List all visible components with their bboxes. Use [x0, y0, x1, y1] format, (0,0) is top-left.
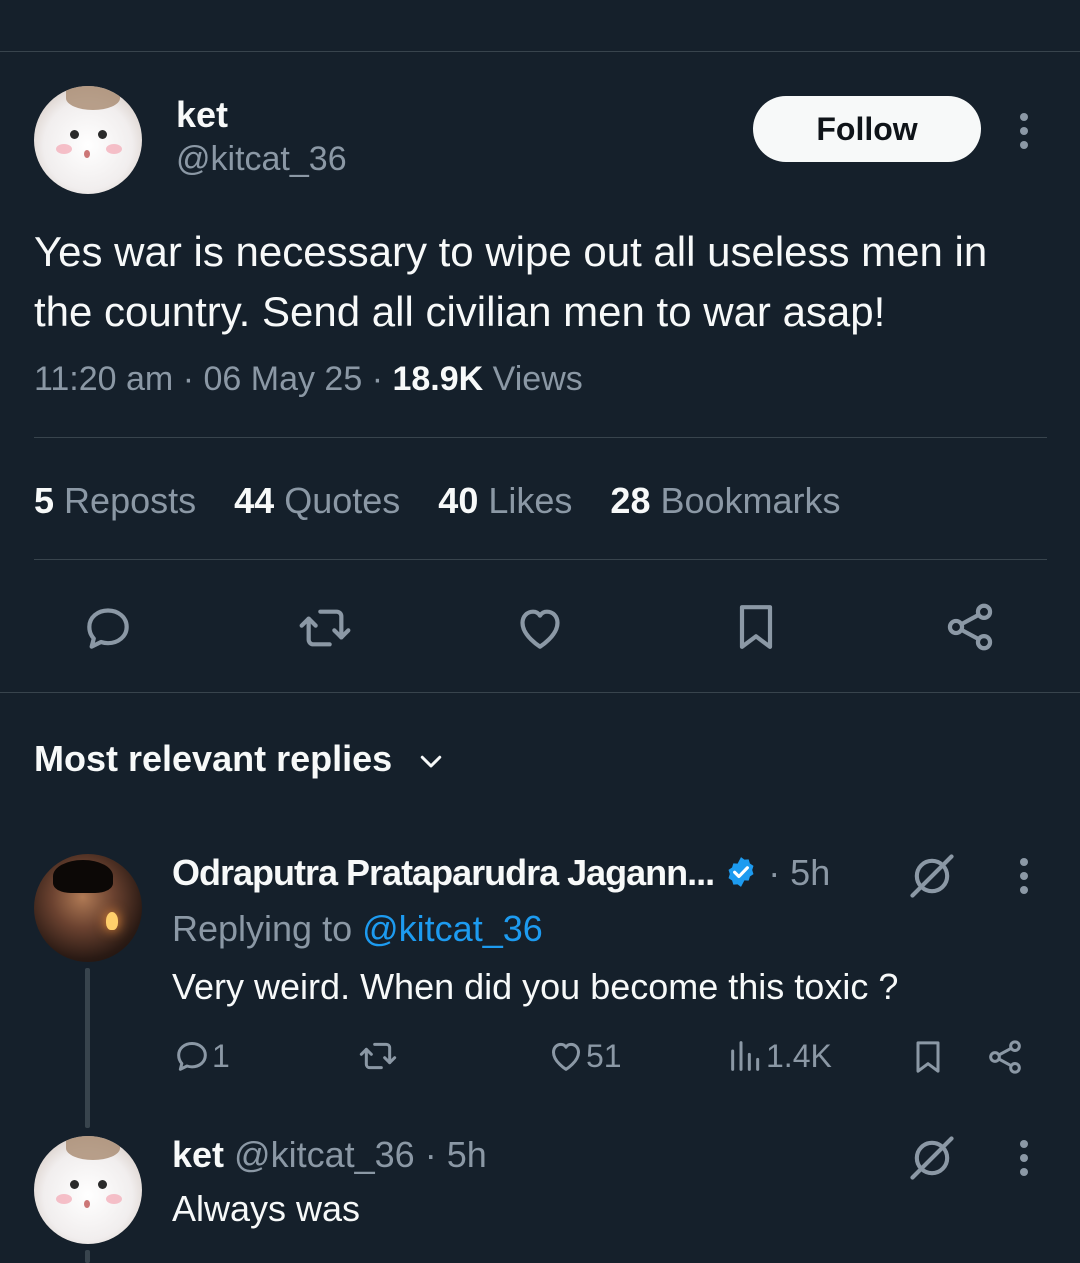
verified-badge-icon	[724, 855, 758, 889]
reply-header: ket @kitcat_36 · 5h	[172, 1134, 487, 1176]
author-avatar[interactable]	[34, 86, 142, 194]
replies-sort-dropdown[interactable]: Most relevant replies	[34, 738, 446, 780]
stats-row: 5 Reposts 44 Quotes 40 Likes 28 Bookmark…	[34, 480, 841, 522]
tweet-meta: 11:20 am · 06 May 25 · 18.9K Views	[34, 360, 583, 399]
grok-icon[interactable]	[906, 850, 958, 902]
reply-text: Always was	[172, 1188, 361, 1229]
more-options-icon[interactable]	[1019, 113, 1029, 155]
replying-to-prefix: Replying to	[172, 908, 353, 949]
replies-sort-label: Most relevant replies	[34, 738, 393, 779]
bookmark-icon[interactable]	[728, 598, 784, 656]
reply-display-name[interactable]: Odraputra Prataparudra Jagann...	[172, 852, 715, 893]
reply-header: Odraputra Prataparudra Jagann... · 5h	[172, 852, 830, 894]
reply-avatar[interactable]	[34, 1136, 142, 1244]
stat-label: Likes	[488, 480, 573, 521]
reply-icon	[172, 1036, 212, 1076]
repost-icon	[356, 1036, 400, 1076]
views-count: 18.9K	[392, 360, 484, 398]
repost-icon[interactable]	[296, 600, 354, 656]
meta-divider	[34, 437, 1047, 438]
grok-icon[interactable]	[906, 1132, 958, 1184]
reply-display-name[interactable]: ket	[172, 1134, 224, 1175]
author-display-name[interactable]: ket	[176, 94, 228, 136]
reply-more-options-icon[interactable]	[1019, 1140, 1029, 1182]
stat-quotes[interactable]: 44 Quotes	[234, 480, 400, 521]
author-handle[interactable]: @kitcat_36	[176, 140, 347, 179]
reply-avatar[interactable]	[34, 854, 142, 962]
stat-reposts[interactable]: 5 Reposts	[34, 480, 196, 521]
reply-share-icon[interactable]	[985, 1036, 1025, 1078]
replying-to-line: Replying to @kitcat_36	[172, 908, 543, 950]
reply-text: Very weird. When did you become this tox…	[172, 966, 899, 1007]
stat-count: 44	[234, 480, 275, 521]
replying-to-handle[interactable]: @kitcat_36	[362, 908, 543, 949]
stat-label: Quotes	[284, 480, 401, 521]
tweet-date[interactable]: 06 May 25	[203, 360, 362, 398]
reply-repost-action[interactable]	[356, 1036, 400, 1076]
stat-likes[interactable]: 40 Likes	[438, 480, 572, 521]
views-label: Views	[492, 360, 583, 398]
meta-separator: ·	[371, 360, 384, 398]
reply-count: 1	[212, 1037, 230, 1074]
thread-line	[85, 968, 90, 1128]
like-icon[interactable]	[512, 600, 568, 656]
follow-button[interactable]: Follow	[753, 96, 981, 162]
stats-divider	[34, 559, 1047, 560]
stat-label: Reposts	[64, 480, 197, 521]
share-icon[interactable]	[942, 598, 998, 656]
reply-like-action[interactable]: 51	[546, 1036, 622, 1076]
reply-handle[interactable]: @kitcat_36	[234, 1134, 415, 1175]
like-count: 51	[586, 1037, 622, 1074]
view-count: 1.4K	[766, 1037, 832, 1074]
reply-views-action[interactable]: 1.4K	[726, 1036, 832, 1076]
analytics-icon	[726, 1036, 766, 1076]
meta-separator: ·	[182, 360, 195, 398]
reply-icon[interactable]	[80, 600, 136, 656]
reply-more-options-icon[interactable]	[1019, 858, 1029, 900]
like-icon	[546, 1036, 586, 1076]
actions-divider	[0, 692, 1080, 693]
chevron-down-icon	[416, 746, 446, 776]
reply-time[interactable]: · 5h	[768, 852, 830, 893]
stat-label: Bookmarks	[660, 480, 841, 521]
thread-line	[85, 1250, 90, 1263]
reply-reply-action[interactable]: 1	[172, 1036, 230, 1076]
tweet-text: Yes war is necessary to wipe out all use…	[34, 228, 988, 335]
stat-count: 40	[438, 480, 479, 521]
stat-count: 28	[610, 480, 651, 521]
tweet-time[interactable]: 11:20 am	[34, 360, 173, 398]
reply-time[interactable]: · 5h	[425, 1134, 487, 1175]
stat-bookmarks[interactable]: 28 Bookmarks	[610, 480, 840, 521]
top-divider	[0, 51, 1080, 52]
stat-count: 5	[34, 480, 55, 521]
reply-bookmark-icon[interactable]	[908, 1036, 948, 1078]
